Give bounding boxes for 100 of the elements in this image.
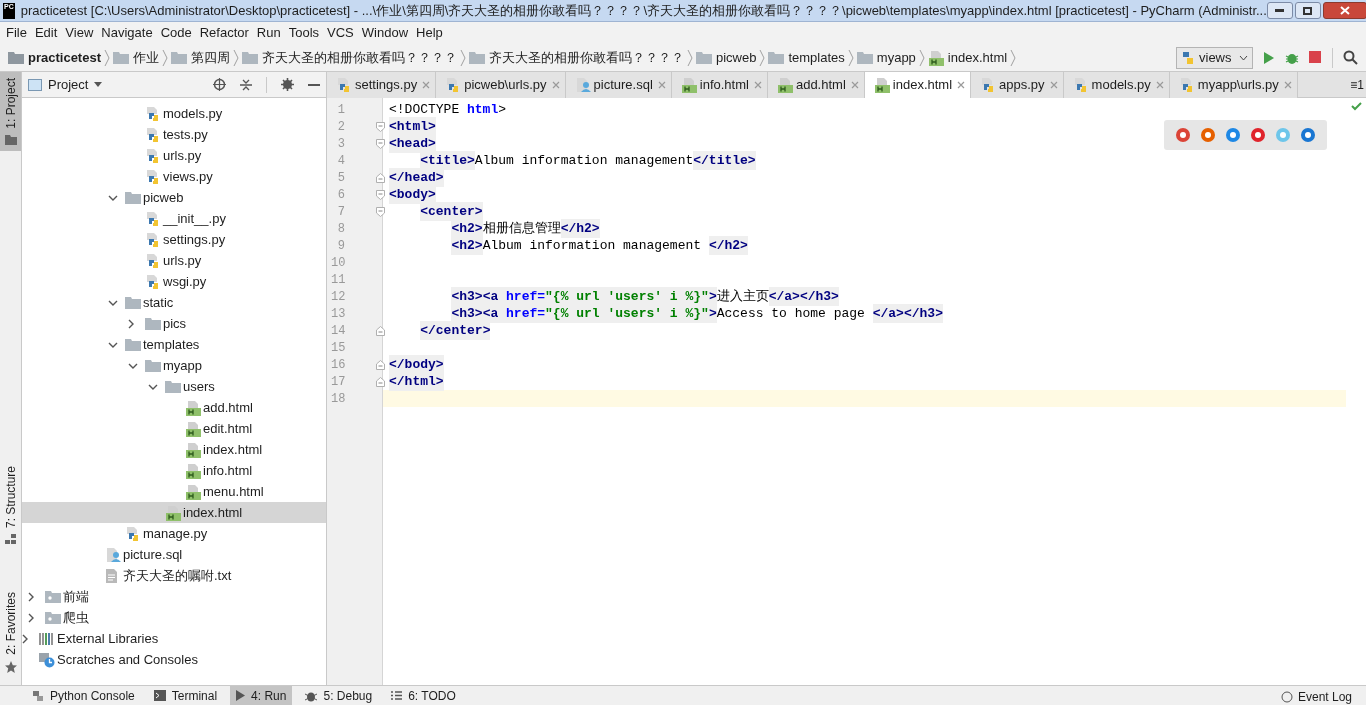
close-icon[interactable] <box>957 81 966 89</box>
breadcrumb[interactable]: templates <box>768 47 848 68</box>
chevron-down-icon[interactable] <box>108 341 118 348</box>
editor-tab[interactable]: picweb\urls.py <box>436 72 566 98</box>
tree-item[interactable]: __init__.py <box>22 208 326 229</box>
tree-item[interactable]: 爬虫 <box>22 607 326 628</box>
tree-item[interactable]: pics <box>22 313 326 334</box>
breadcrumb[interactable]: 第四周 <box>171 47 233 68</box>
restore-button[interactable] <box>1294 2 1321 19</box>
editor-tab[interactable]: models.py <box>1063 72 1170 98</box>
run-configuration-dropdown[interactable]: views <box>1176 46 1253 69</box>
chevron-down-icon[interactable] <box>148 383 158 390</box>
tree-item[interactable]: views.py <box>22 166 326 187</box>
tool-window-tab[interactable]: 4: Run <box>230 685 293 705</box>
hide-icon[interactable] <box>308 83 320 86</box>
close-icon[interactable] <box>1049 81 1058 89</box>
tree-item[interactable]: urls.py <box>22 145 326 166</box>
breadcrumb[interactable]: 作业 <box>113 47 162 68</box>
fold-icon[interactable] <box>376 325 385 336</box>
breadcrumb[interactable]: myapp <box>856 47 919 68</box>
menu-item[interactable]: VCS <box>323 23 358 43</box>
tree-item[interactable]: Scratches and Consoles <box>22 649 326 670</box>
tool-window-tab[interactable]: 5: Debug <box>299 685 379 705</box>
breadcrumb[interactable]: 齐天大圣的相册你敢看吗？？？？ <box>469 47 687 68</box>
tree-item[interactable]: add.html <box>22 397 326 418</box>
menu-item[interactable]: Help <box>412 23 447 43</box>
settings-icon[interactable] <box>281 78 294 91</box>
tree-item[interactable]: info.html <box>22 460 326 481</box>
chevron-right-icon[interactable] <box>128 318 134 329</box>
breadcrumb[interactable]: index.html <box>927 47 1011 68</box>
editor-tab[interactable]: settings.py <box>327 72 437 98</box>
chevron-down-icon[interactable] <box>108 194 118 201</box>
menu-item[interactable]: Run <box>252 23 285 43</box>
event-log-tab[interactable]: Event Log <box>1280 688 1352 705</box>
side-tab[interactable]: 1: Project <box>0 72 21 151</box>
browser-icon[interactable] <box>1200 127 1216 143</box>
editor-tab[interactable]: index.html <box>864 72 972 98</box>
menu-item[interactable]: Code <box>156 23 196 43</box>
browser-icon[interactable] <box>1175 127 1191 143</box>
fold-icon[interactable] <box>376 206 385 217</box>
tree-item[interactable]: models.py <box>22 103 326 124</box>
tree-item[interactable]: 前端 <box>22 586 326 607</box>
breadcrumb[interactable]: 齐天大圣的相册你敢看吗？？？？ <box>242 47 460 68</box>
tree-item[interactable]: edit.html <box>22 418 326 439</box>
menu-item[interactable]: Navigate <box>97 23 157 43</box>
tool-window-tab[interactable]: Python Console <box>26 685 141 705</box>
close-icon[interactable] <box>422 81 431 89</box>
collapse-icon[interactable] <box>240 78 252 91</box>
minimize-button[interactable] <box>1266 2 1293 19</box>
close-icon[interactable] <box>1155 81 1164 89</box>
menu-item[interactable]: View <box>61 23 98 43</box>
close-icon[interactable] <box>657 81 666 89</box>
editor-tab[interactable]: info.html <box>671 72 768 98</box>
editor-tab[interactable]: picture.sql <box>565 72 672 98</box>
tool-window-tab[interactable]: Terminal <box>147 685 224 705</box>
browser-icon[interactable] <box>1300 127 1316 143</box>
panel-title[interactable]: Project <box>48 74 89 95</box>
search-icon[interactable] <box>1343 50 1358 65</box>
close-button[interactable] <box>1322 2 1366 19</box>
tree-item[interactable]: myapp <box>22 355 326 376</box>
tree-item[interactable]: External Libraries <box>22 628 326 649</box>
side-tab[interactable]: 2: Favorites <box>0 586 21 679</box>
stop-icon[interactable] <box>1309 51 1322 64</box>
editor-tab[interactable]: add.html <box>767 72 865 98</box>
tree-item[interactable]: static <box>22 292 326 313</box>
chevron-right-icon[interactable] <box>28 612 34 623</box>
fold-icon[interactable] <box>376 172 385 183</box>
editor-tab[interactable]: myapp\urls.py <box>1169 72 1298 98</box>
breadcrumb[interactable]: practicetest <box>8 47 104 68</box>
tree-item[interactable]: users <box>22 376 326 397</box>
chevron-right-icon[interactable] <box>22 633 28 644</box>
fold-icon[interactable] <box>376 121 385 132</box>
close-icon[interactable] <box>551 81 560 89</box>
close-icon[interactable] <box>850 81 859 89</box>
fold-icon[interactable] <box>376 359 385 370</box>
menu-item[interactable]: Window <box>357 23 413 43</box>
fold-icon[interactable] <box>376 189 385 200</box>
tree-item[interactable]: menu.html <box>22 481 326 502</box>
tree-item[interactable]: manage.py <box>22 523 326 544</box>
editor-tab[interactable]: apps.py <box>971 72 1064 98</box>
browser-icon[interactable] <box>1250 127 1266 143</box>
chevron-down-icon[interactable] <box>128 362 138 369</box>
fold-icon[interactable] <box>376 138 385 149</box>
fold-icon[interactable] <box>376 376 385 387</box>
run-icon[interactable] <box>1263 50 1275 65</box>
chevron-down-icon[interactable] <box>108 299 118 306</box>
side-tab[interactable]: 7: Structure <box>0 460 21 551</box>
tree-item[interactable]: templates <box>22 334 326 355</box>
chevron-right-icon[interactable] <box>28 591 34 602</box>
tool-window-tab[interactable]: 6: TODO <box>385 685 462 705</box>
tab-list-button[interactable]: ≡1 <box>1350 75 1366 94</box>
close-icon[interactable] <box>1283 81 1292 89</box>
menu-item[interactable]: File <box>2 23 31 43</box>
menu-item[interactable]: Edit <box>30 23 62 43</box>
tree-item[interactable]: 齐天大圣的嘱咐.txt <box>22 565 326 586</box>
caret-icon[interactable] <box>94 82 103 87</box>
tree-item[interactable]: index.html <box>22 439 326 460</box>
target-icon[interactable] <box>213 78 226 91</box>
tree-item[interactable]: urls.py <box>22 250 326 271</box>
tree-item[interactable]: tests.py <box>22 124 326 145</box>
